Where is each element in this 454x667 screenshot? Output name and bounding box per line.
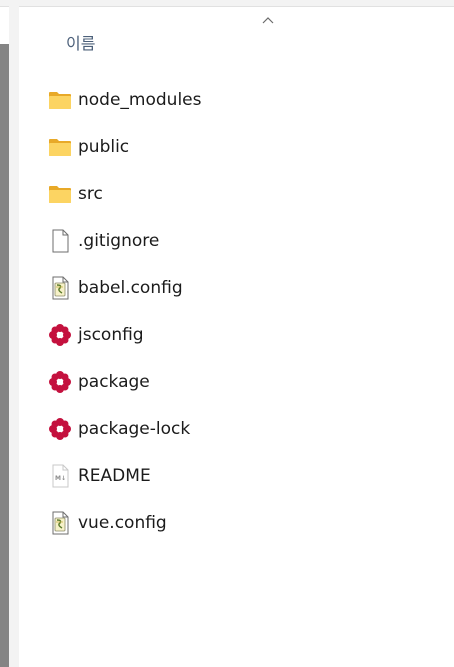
file-row[interactable]: package-lock	[48, 405, 428, 452]
file-name-label: .gitignore	[78, 230, 160, 251]
file-row[interactable]: jsconfig	[48, 311, 428, 358]
navigation-pane-scrollbar[interactable]	[0, 44, 9, 667]
file-row[interactable]: vue.config	[48, 499, 428, 546]
file-explorer-window: 이름 node_modules public src .gitignore ba…	[0, 0, 454, 667]
file-icon	[48, 229, 72, 253]
file-row[interactable]: package	[48, 358, 428, 405]
js-script-icon	[48, 511, 72, 535]
navigation-pane-edge	[9, 0, 19, 667]
file-name-label: README	[78, 465, 151, 486]
file-row[interactable]: src	[48, 170, 428, 217]
file-name-label: src	[78, 183, 103, 204]
file-name-label: jsconfig	[78, 324, 144, 345]
top-divider	[0, 6, 454, 7]
svg-text:M↓: M↓	[55, 475, 66, 482]
file-name-label: node_modules	[78, 89, 202, 110]
markdown-icon: M↓	[48, 464, 72, 488]
file-row[interactable]: node_modules	[48, 76, 428, 123]
sort-ascending-icon[interactable]	[262, 16, 274, 24]
file-name-label: package	[78, 371, 150, 392]
file-list: node_modules public src .gitignore babel…	[48, 76, 428, 546]
file-name-label: babel.config	[78, 277, 183, 298]
file-row[interactable]: .gitignore	[48, 217, 428, 264]
file-row[interactable]: babel.config	[48, 264, 428, 311]
folder-icon	[48, 182, 72, 206]
json-icon	[48, 323, 72, 347]
file-row[interactable]: public	[48, 123, 428, 170]
file-name-label: public	[78, 136, 130, 157]
file-name-label: package-lock	[78, 418, 191, 439]
json-icon	[48, 370, 72, 394]
file-row[interactable]: M↓ README	[48, 452, 428, 499]
column-header-name[interactable]: 이름	[66, 30, 95, 54]
json-icon	[48, 417, 72, 441]
file-name-label: vue.config	[78, 512, 167, 533]
js-script-icon	[48, 276, 72, 300]
folder-icon	[48, 88, 72, 112]
folder-icon	[48, 135, 72, 159]
